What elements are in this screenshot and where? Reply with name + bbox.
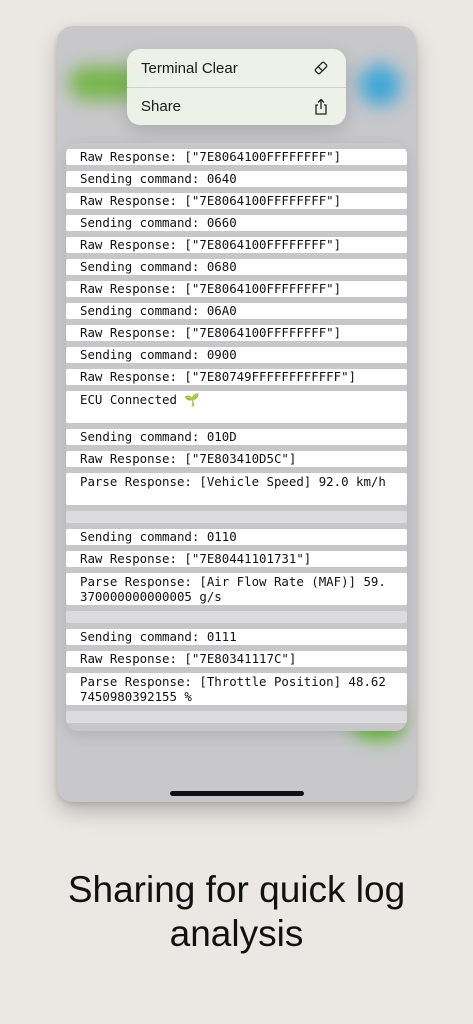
home-indicator[interactable] — [170, 791, 304, 796]
log-row: Sending command: 06A0 — [66, 303, 407, 319]
menu-item-label: Terminal Clear — [141, 59, 238, 77]
log-row-empty — [66, 611, 407, 623]
menu-item-share[interactable]: Share — [127, 87, 346, 125]
log-row: ECU Connected 🌱 — [66, 391, 407, 423]
log-row: Raw Response: ["7E80341117C"] — [66, 651, 407, 667]
blurred-background-icon — [359, 64, 401, 106]
log-row: Parse Response: [Throttle Position] 48.6… — [66, 673, 407, 705]
log-list: Raw Response: ["7E8064100FFFFFFFF"] Sendi… — [66, 143, 407, 723]
menu-item-label: Share — [141, 98, 182, 115]
log-row: Raw Response: ["7E803410D5C"] — [66, 451, 407, 467]
log-row: Raw Response: ["7E8064100FFFFFFFF"] — [66, 237, 407, 253]
log-row: Sending command: 010D — [66, 429, 407, 445]
log-row: Parse Response: [Vehicle Speed] 92.0 km/… — [66, 473, 407, 505]
log-row: Sending command: 0660 — [66, 215, 407, 231]
log-row: Raw Response: ["7E8064100FFFFFFFF"] — [66, 193, 407, 209]
context-menu: Terminal Clear Share — [127, 49, 346, 125]
log-row: Sending command: 0640 — [66, 171, 407, 187]
log-row: Sending command: 0680 — [66, 259, 407, 275]
log-row: Raw Response: ["7E8064100FFFFFFFF"] — [66, 149, 407, 165]
log-row-empty — [66, 711, 407, 723]
menu-item-terminal-clear[interactable]: Terminal Clear — [127, 49, 346, 87]
terminal-log-panel[interactable]: Raw Response: ["7E8064100FFFFFFFF"] Sendi… — [66, 143, 407, 731]
marketing-caption: Sharing for quick log analysis — [0, 868, 473, 956]
log-row: Raw Response: ["7E80441101731"] — [66, 551, 407, 567]
log-row-empty — [66, 511, 407, 523]
share-icon — [312, 98, 330, 116]
log-row: Raw Response: ["7E8064100FFFFFFFF"] — [66, 281, 407, 297]
log-row: Raw Response: ["7E80749FFFFFFFFFFFF"] — [66, 369, 407, 385]
caption-line: Sharing for quick log — [67, 869, 406, 910]
caption-line: analysis — [169, 913, 304, 954]
log-row: Sending command: 0900 — [66, 347, 407, 363]
log-row: Raw Response: ["7E8064100FFFFFFFF"] — [66, 325, 407, 341]
eraser-icon — [312, 59, 330, 77]
log-row: Sending command: 0110 — [66, 529, 407, 545]
log-row: Sending command: 0111 — [66, 629, 407, 645]
log-row: Parse Response: [Air Flow Rate (MAF)] 59… — [66, 573, 407, 605]
